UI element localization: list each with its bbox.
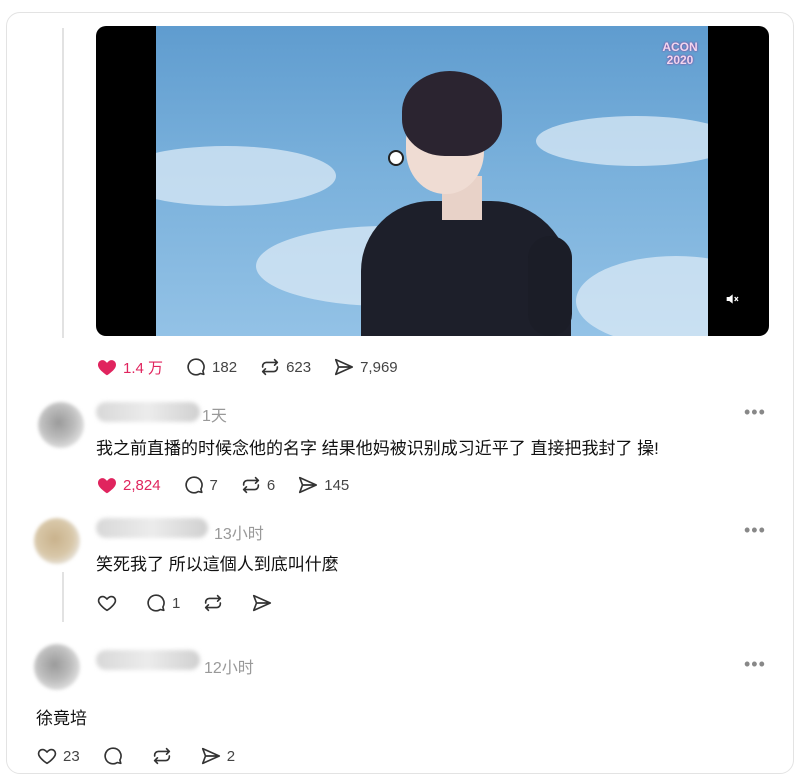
- mute-button[interactable]: [717, 284, 747, 314]
- comment-icon: [184, 476, 203, 494]
- comment-icon: [104, 747, 122, 765]
- performer-hair: [402, 71, 502, 156]
- send-icon: [253, 594, 272, 612]
- repost-count: 6: [266, 476, 276, 494]
- reply-button[interactable]: [102, 745, 129, 767]
- username-redacted[interactable]: [96, 518, 208, 538]
- like-button[interactable]: [96, 592, 123, 614]
- like-button[interactable]: 1.4 万: [96, 356, 163, 378]
- share-button[interactable]: 7,969: [333, 356, 398, 378]
- cloud: [156, 146, 336, 206]
- avatar[interactable]: [38, 402, 84, 448]
- repost-button[interactable]: [151, 745, 178, 767]
- more-options-button[interactable]: •••: [744, 402, 766, 423]
- video-player[interactable]: ACON 2020: [96, 26, 769, 336]
- avatar[interactable]: [34, 518, 80, 564]
- reply-count: 7: [209, 476, 218, 494]
- comment-text: 我之前直播的时候念他的名字 结果他妈被识别成习近平了 直接把我封了 操!: [96, 439, 659, 458]
- repost-button[interactable]: [202, 592, 229, 614]
- comment-actions: 23 2: [36, 745, 257, 767]
- like-count: 23: [63, 747, 80, 765]
- comment-timestamp: 13小时: [214, 526, 264, 543]
- comment-icon: [147, 594, 165, 612]
- like-count: 2,824: [123, 476, 161, 494]
- reply-button[interactable]: 1: [145, 592, 180, 614]
- repost-icon: [153, 747, 170, 765]
- more-options-button[interactable]: •••: [744, 654, 766, 675]
- repost-button[interactable]: 6: [240, 474, 275, 496]
- like-button[interactable]: 2,824: [96, 474, 161, 496]
- heart-outline-icon: [97, 595, 117, 612]
- thread-connector: [62, 28, 64, 338]
- avatar[interactable]: [34, 644, 80, 690]
- thread-connector: [62, 572, 64, 622]
- comment-text: 徐竟培: [36, 709, 87, 728]
- share-button[interactable]: [251, 592, 278, 614]
- reply-button[interactable]: 182: [185, 356, 237, 378]
- comment-actions: 2,824 7 6 145: [96, 474, 371, 496]
- username-redacted[interactable]: [96, 402, 200, 422]
- heart-filled-icon: [97, 360, 117, 376]
- comment-timestamp: 1天: [202, 408, 227, 425]
- headset-mic: [388, 150, 404, 166]
- send-icon: [299, 476, 318, 494]
- comment-timestamp: 12小时: [204, 660, 254, 677]
- send-icon: [335, 358, 354, 376]
- like-button[interactable]: 23: [36, 745, 80, 767]
- more-options-button[interactable]: •••: [744, 520, 766, 541]
- repost-count: 623: [286, 358, 312, 376]
- share-button[interactable]: 145: [297, 474, 349, 496]
- username-redacted[interactable]: [96, 650, 200, 670]
- cloud: [536, 116, 708, 166]
- heart-outline-icon: [37, 748, 57, 765]
- comment-icon: [187, 358, 205, 376]
- heart-filled-icon: [97, 478, 117, 494]
- channel-logo: ACON 2020: [662, 40, 698, 67]
- repost-icon: [205, 594, 222, 612]
- reply-count: 1: [172, 594, 181, 612]
- repost-icon: [242, 476, 260, 494]
- performer-arm: [528, 236, 572, 336]
- repost-icon: [261, 358, 279, 376]
- share-button[interactable]: 2: [200, 745, 235, 767]
- post-actions: 1.4 万 182 623 7,969: [96, 356, 420, 378]
- share-count: 2: [226, 747, 236, 765]
- share-count: 7,969: [360, 358, 398, 376]
- reply-button[interactable]: 7: [183, 474, 218, 496]
- like-count: 1.4 万: [123, 359, 164, 377]
- reply-count: 182: [212, 358, 238, 376]
- comment-text: 笑死我了 所以這個人到底叫什麼: [96, 555, 339, 574]
- repost-button[interactable]: 623: [259, 356, 311, 378]
- cloud: [576, 256, 708, 336]
- comment-actions: 1: [96, 592, 300, 614]
- volume-mute-icon: [726, 294, 739, 304]
- send-icon: [201, 747, 220, 765]
- share-count: 145: [324, 476, 350, 494]
- video-frame: ACON 2020: [156, 26, 708, 336]
